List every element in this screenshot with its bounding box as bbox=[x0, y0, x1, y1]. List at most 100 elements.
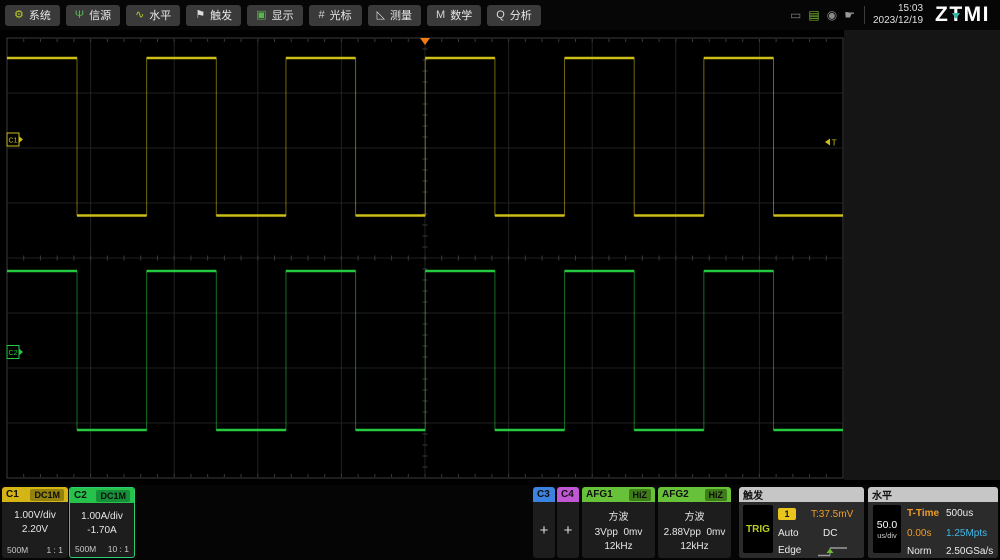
c2-readouts: 1.00A/div -1.70A bbox=[70, 503, 134, 537]
c1-bandwidth: 500M bbox=[7, 545, 29, 555]
menu-button-6[interactable]: # 光标 bbox=[308, 4, 362, 26]
c1-offset: 2.20V bbox=[21, 523, 49, 535]
afg2-readouts: 方波 2.88Vpp 0mv 12kHz bbox=[658, 502, 731, 555]
touch-icon[interactable]: ☛ bbox=[844, 9, 855, 21]
c2-coupling-badge: DC1M bbox=[96, 489, 130, 502]
measure-icon: ◺ bbox=[376, 8, 386, 21]
afg2-impedance-badge: HiZ bbox=[704, 488, 727, 501]
menu-button-2[interactable]: Ψ 信源 bbox=[65, 4, 121, 26]
horizontal-panel[interactable]: 水平 50.0 us/div T-Time 500us 0.00s 1.25Mp… bbox=[868, 487, 998, 558]
channel-card-c2[interactable]: C2 DC1M 1.00A/div -1.70A 500M 10 : 1 bbox=[69, 487, 135, 558]
display-side-filler bbox=[844, 30, 1000, 480]
channel-card-c1[interactable]: C1 DC1M 1.00V/div 2.20V 500M 1 : 1 bbox=[2, 487, 68, 558]
horizontal-panel-header: 水平 bbox=[868, 487, 998, 502]
t-time-label: T-Time bbox=[907, 508, 940, 519]
c3-add-button[interactable]: + bbox=[533, 502, 555, 558]
edge-slope-icon bbox=[818, 547, 847, 557]
channel-card-c3[interactable]: C3 + bbox=[533, 487, 555, 558]
afg2-frequency: 12kHz bbox=[680, 541, 709, 552]
menu-label: 信源 bbox=[89, 10, 112, 22]
c2-scale: 1.00A/div bbox=[81, 511, 123, 522]
c4-add-button[interactable]: + bbox=[557, 502, 579, 558]
math-icon: M bbox=[436, 8, 446, 21]
topbar-right: ▭ ▤ ◉ ☛ 15:03 2023/12/19 ZTMI bbox=[790, 3, 1000, 27]
c2-footer: 500M 10 : 1 bbox=[75, 544, 129, 554]
menu-label: 触发 bbox=[210, 10, 233, 22]
menu-label: 系统 bbox=[28, 10, 51, 22]
menu-label: 显示 bbox=[271, 10, 294, 22]
trigger-level-marker-label: T bbox=[832, 138, 837, 148]
afg1-impedance-badge: HiZ bbox=[628, 488, 651, 501]
menu-label: 分析 bbox=[509, 10, 532, 22]
c3-label: C3 bbox=[537, 489, 550, 500]
afg1-frequency: 12kHz bbox=[604, 541, 633, 552]
c2-probe-ratio: 10 : 1 bbox=[107, 544, 129, 554]
trigger-level-value: T:37.5mV bbox=[811, 509, 854, 520]
trigger-type[interactable]: Edge bbox=[778, 545, 801, 556]
channel-card-c4[interactable]: C4 + bbox=[557, 487, 579, 558]
c1-header: C1 DC1M bbox=[2, 487, 68, 502]
menu-label: 测量 bbox=[390, 10, 413, 22]
menu-button-1[interactable]: ⚙ 系统 bbox=[5, 4, 60, 26]
menu-button-8[interactable]: M 数学 bbox=[427, 4, 482, 26]
c1-probe-ratio: 1 : 1 bbox=[46, 545, 63, 555]
screen-icon[interactable]: ▭ bbox=[790, 9, 801, 21]
c2-label: C2 bbox=[74, 490, 87, 501]
menu-button-5[interactable]: ▣ 显示 bbox=[247, 4, 303, 26]
top-toolbar: ⚙ 系统 Ψ 信源 ∿ 水平 ⚑ 触发 ▣ 显示 # 光标 ◺ 测量 M 数学 Q 分析 ▭ ▤ ◉ ☛ 15:03 2… bbox=[0, 0, 1000, 30]
menu-button-9[interactable]: Q 分析 bbox=[487, 4, 541, 26]
trigger-mode[interactable]: Auto bbox=[778, 528, 799, 539]
trigger-flag-icon: ⚑ bbox=[195, 8, 206, 21]
topbar-divider bbox=[863, 6, 865, 24]
afg1-amplitude: 3Vpp bbox=[594, 526, 618, 538]
waveform-display[interactable]: C1 C2 T bbox=[0, 30, 1000, 485]
c2-header: C2 DC1M bbox=[70, 488, 134, 503]
afg1-card[interactable]: AFG1 HiZ 方波 3Vpp 0mv 12kHz bbox=[582, 487, 655, 558]
trig-status: TRIG bbox=[746, 523, 770, 535]
acquisition-mode: Norm bbox=[907, 546, 932, 557]
trigger-panel-body: TRIG 1 T:37.5mV Auto DC Edge bbox=[739, 502, 864, 558]
afg1-label: AFG1 bbox=[586, 489, 613, 500]
display-icon: ▣ bbox=[256, 8, 267, 21]
menu-button-7[interactable]: ◺ 测量 bbox=[367, 4, 422, 26]
timebase-box[interactable]: 50.0 us/div bbox=[873, 505, 901, 553]
bottom-bar: C1 DC1M 1.00V/div 2.20V 500M 1 : 1 C2 DC… bbox=[0, 485, 1000, 560]
horizontal-panel-title: 水平 bbox=[872, 491, 892, 502]
afg2-amplitude: 2.88Vpp bbox=[663, 526, 701, 538]
cursor-icon: # bbox=[318, 8, 325, 21]
c4-header: C4 bbox=[557, 487, 579, 502]
menu-button-3[interactable]: ∿ 水平 bbox=[126, 4, 181, 26]
oscilloscope-screen: ⚙ 系统 Ψ 信源 ∿ 水平 ⚑ 触发 ▣ 显示 # 光标 ◺ 测量 M 数学 Q 分析 ▭ ▤ ◉ ☛ 15:03 2… bbox=[0, 0, 1000, 560]
afg2-offset: 0mv bbox=[706, 526, 726, 538]
timebase-unit: us/div bbox=[877, 530, 897, 540]
trigger-delay: 0.00s bbox=[907, 528, 932, 539]
usb-icon[interactable]: ▤ bbox=[808, 9, 819, 21]
afg1-waveform-type: 方波 bbox=[608, 512, 629, 523]
afg1-offset: 0mv bbox=[623, 526, 643, 538]
plus-icon: + bbox=[539, 521, 549, 539]
afg1-header: AFG1 HiZ bbox=[582, 487, 655, 502]
c2-bandwidth: 500M bbox=[75, 544, 97, 554]
trigger-panel[interactable]: 触发 TRIG 1 T:37.5mV Auto DC Edge bbox=[739, 487, 864, 558]
menu-button-4[interactable]: ⚑ 触发 bbox=[186, 4, 242, 26]
gear-icon: ⚙ bbox=[14, 8, 24, 21]
timebase-scale: 50.0 bbox=[876, 518, 898, 531]
c1-marker-label: C1 bbox=[9, 138, 18, 145]
c1-coupling-badge: DC1M bbox=[30, 488, 64, 501]
analyze-icon: Q bbox=[496, 8, 505, 21]
source-icon: Ψ bbox=[74, 8, 85, 21]
disc-icon[interactable]: ◉ bbox=[827, 9, 837, 21]
trigger-source-badge[interactable]: 1 bbox=[778, 508, 796, 520]
plus-icon: + bbox=[563, 521, 573, 539]
t-time-value: 500us bbox=[946, 508, 974, 519]
c2-offset: -1.70A bbox=[87, 524, 117, 536]
trigger-coupling[interactable]: DC bbox=[823, 528, 837, 539]
afg1-readouts: 方波 3Vpp 0mv 12kHz bbox=[582, 502, 655, 555]
clock-date: 2023/12/19 bbox=[872, 15, 924, 26]
clock-time: 15:03 bbox=[897, 3, 924, 14]
clock: 15:03 2023/12/19 bbox=[873, 3, 923, 27]
trig-status-box: TRIG bbox=[743, 505, 773, 553]
afg2-waveform-type: 方波 bbox=[684, 512, 705, 523]
afg2-card[interactable]: AFG2 HiZ 方波 2.88Vpp 0mv 12kHz bbox=[658, 487, 731, 558]
c1-label: C1 bbox=[6, 489, 19, 500]
